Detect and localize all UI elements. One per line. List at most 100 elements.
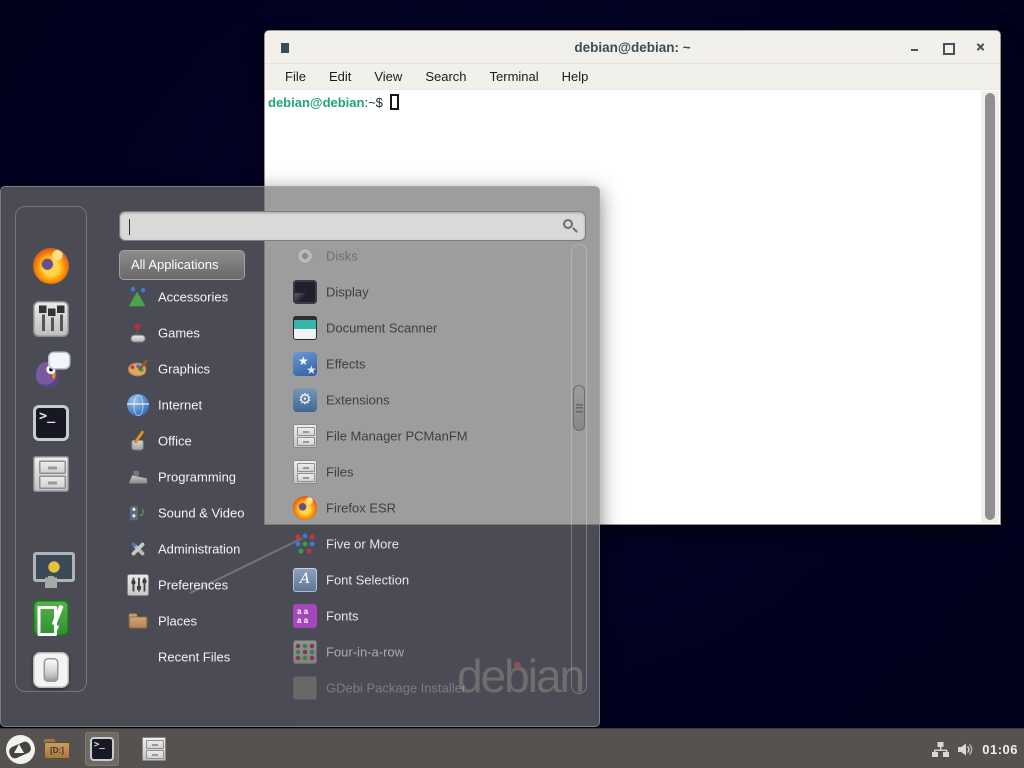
app-extensions[interactable]: Extensions [281,382,566,418]
app-label: Font Selection [326,573,409,588]
fonts-icon [293,604,317,628]
programming-icon [127,466,149,488]
app-four-in-a-row[interactable]: Four-in-a-row [281,634,566,670]
category-label: Office [158,434,192,449]
category-office[interactable]: Office [119,423,269,459]
app-label: Five or More [326,537,399,552]
terminal-menu-file[interactable]: File [282,67,309,86]
category-preferences[interactable]: Preferences [119,567,269,603]
app-gdebi-package-installer[interactable]: GDebi Package Installer [281,670,566,706]
file-manager-icon [33,456,69,492]
window-controls [909,31,986,64]
places-icon [127,610,149,632]
app-display[interactable]: Display [281,274,566,310]
desktop: debian debian@debian: ~ FileEditViewSear… [0,0,1024,768]
category-label: Administration [158,542,240,557]
favorite-file-manager[interactable] [32,455,70,493]
app-five-or-more[interactable]: Five or More [281,526,566,562]
category-label: Games [158,326,200,341]
menu-icon [6,735,35,764]
favorite-logout[interactable] [32,599,70,637]
internet-icon [127,394,149,416]
app-label: Firefox ESR [326,501,396,516]
favorite-firefox[interactable] [32,247,70,285]
category-recent-files[interactable]: Recent Files [119,639,269,675]
favorite-mixer[interactable] [32,300,70,338]
app-label: Document Scanner [326,321,437,336]
folder-label: [D:] [43,746,71,755]
favorite-terminal[interactable] [32,404,70,442]
all-applications-button[interactable]: All Applications [119,250,245,280]
favorite-shutdown[interactable] [32,651,70,689]
terminal-titlebar[interactable]: debian@debian: ~ [265,31,1000,64]
preferences-icon [127,574,149,596]
menu-scrollbar[interactable] [571,244,587,694]
display-icon [293,280,317,304]
category-accessories[interactable]: Accessories [119,279,269,315]
app-document-scanner[interactable]: Document Scanner [281,310,566,346]
category-graphics[interactable]: Graphics [119,351,269,387]
category-label: Recent Files [158,650,230,665]
graphics-icon [127,358,149,380]
terminal-menu-terminal[interactable]: Terminal [487,67,542,86]
prompt-user-host: debian@debian [268,95,364,110]
app-file-manager-pcmanfm[interactable]: File Manager PCManFM [281,418,566,454]
app-disks[interactable]: Disks [281,238,566,274]
app-label: Display [326,285,369,300]
favorite-lock-screen[interactable] [32,548,70,586]
maximize-button[interactable] [942,42,953,53]
search-input[interactable] [119,211,586,241]
file-manager-icon [142,737,166,761]
taskbar-folder-d-button[interactable]: [D:] [40,732,74,766]
lock-screen-icon [33,549,69,585]
terminal-icon [33,405,69,441]
terminal-menu-view[interactable]: View [371,67,405,86]
close-button[interactable] [975,42,986,53]
app-label: Files [326,465,353,480]
network-icon[interactable] [932,742,949,757]
category-label: Programming [158,470,236,485]
terminal-scrollbar[interactable] [981,91,999,523]
clock[interactable]: 01:06 [982,742,1018,757]
disks-icon [293,244,317,268]
gdebi-icon [293,676,317,700]
taskbar: [D:] 01:06 [0,728,1024,768]
prompt-path: :~$ [364,95,382,110]
app-fonts[interactable]: Fonts [281,598,566,634]
search-icon [563,219,573,229]
category-programming[interactable]: Programming [119,459,269,495]
category-sound-video[interactable]: Sound & Video [119,495,269,531]
category-games[interactable]: Games [119,315,269,351]
extensions-icon [293,388,317,412]
window-title: debian@debian: ~ [265,31,1000,64]
taskbar-file-manager-button[interactable] [137,732,171,766]
volume-icon[interactable] [957,742,974,757]
minimize-button[interactable] [909,42,920,53]
terminal-scrollbar-thumb[interactable] [985,93,995,520]
favorite-pidgin[interactable] [32,352,70,390]
category-administration[interactable]: Administration [119,531,269,567]
category-places[interactable]: Places [119,603,269,639]
terminal-menu-help[interactable]: Help [559,67,592,86]
app-firefox-esr[interactable]: Firefox ESR [281,490,566,526]
taskbar-terminal-button[interactable] [85,732,119,766]
terminal-menu-edit[interactable]: Edit [326,67,354,86]
category-label: Accessories [158,290,228,305]
menu-scrollbar-thumb[interactable] [573,385,585,431]
taskbar-menu-button[interactable] [3,732,37,766]
category-label: Sound & Video [158,506,245,521]
terminal-menu-search[interactable]: Search [422,67,469,86]
app-files[interactable]: Files [281,454,566,490]
category-internet[interactable]: Internet [119,387,269,423]
accessories-icon [127,286,149,308]
category-label: Places [158,614,197,629]
app-effects[interactable]: Effects [281,346,566,382]
app-label: Four-in-a-row [326,645,404,660]
font-selection-icon [293,568,317,592]
folder-d-icon: [D:] [43,737,71,761]
firefox-icon [33,248,69,284]
games-icon [127,322,149,344]
app-font-selection[interactable]: Font Selection [281,562,566,598]
category-label: Preferences [158,578,228,593]
shutdown-icon [33,652,69,688]
